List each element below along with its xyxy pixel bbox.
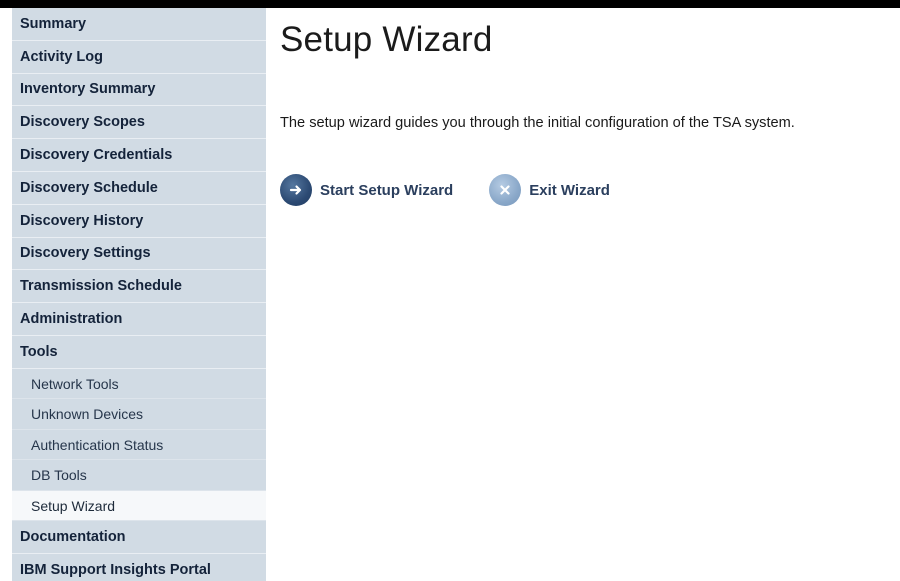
page-title: Setup Wizard <box>280 20 493 59</box>
sidebar-item-discovery-history[interactable]: Discovery History <box>12 205 266 238</box>
start-setup-wizard-button[interactable]: Start Setup Wizard <box>280 174 453 206</box>
start-setup-wizard-label: Start Setup Wizard <box>320 181 454 199</box>
exit-wizard-label: Exit Wizard <box>529 181 610 199</box>
sidebar-subitem-unknown-devices[interactable]: Unknown Devices <box>12 399 266 430</box>
sidebar-item-transmission-schedule[interactable]: Transmission Schedule <box>12 270 266 304</box>
sidebar-item-discovery-credentials[interactable]: Discovery Credentials <box>12 139 266 172</box>
sidebar-item-discovery-schedule[interactable]: Discovery Schedule <box>12 172 266 205</box>
top-border <box>0 0 900 8</box>
close-icon <box>489 174 522 206</box>
sidebar-subitem-setup-wizard[interactable]: Setup Wizard <box>12 490 266 522</box>
sidebar-item-documentation[interactable]: Documentation <box>12 521 266 555</box>
exit-wizard-button[interactable]: Exit Wizard <box>489 174 610 206</box>
main-content: Setup Wizard The setup wizard guides you… <box>280 8 900 581</box>
sidebar-nav: Summary Activity Log Inventory Summary D… <box>12 8 266 581</box>
sidebar-subitem-authentication-status[interactable]: Authentication Status <box>12 430 266 461</box>
sidebar-item-administration[interactable]: Administration <box>12 303 266 336</box>
sidebar-item-ibm-support-insights-portal[interactable]: IBM Support Insights Portal <box>12 554 266 581</box>
wizard-actions: Start Setup Wizard Exit Wizard <box>280 174 610 206</box>
sidebar-subitem-network-tools[interactable]: Network Tools <box>12 369 266 400</box>
sidebar-item-tools[interactable]: Tools <box>12 336 266 369</box>
sidebar-item-discovery-settings[interactable]: Discovery Settings <box>12 238 266 271</box>
wizard-description: The setup wizard guides you through the … <box>280 115 795 131</box>
sidebar-item-activity-log[interactable]: Activity Log <box>12 41 266 74</box>
arrow-right-icon <box>280 174 312 206</box>
sidebar-item-inventory-summary[interactable]: Inventory Summary <box>12 74 266 107</box>
sidebar-item-discovery-scopes[interactable]: Discovery Scopes <box>12 106 266 140</box>
sidebar-subitem-db-tools[interactable]: DB Tools <box>12 460 266 491</box>
sidebar-item-summary[interactable]: Summary <box>12 8 266 41</box>
